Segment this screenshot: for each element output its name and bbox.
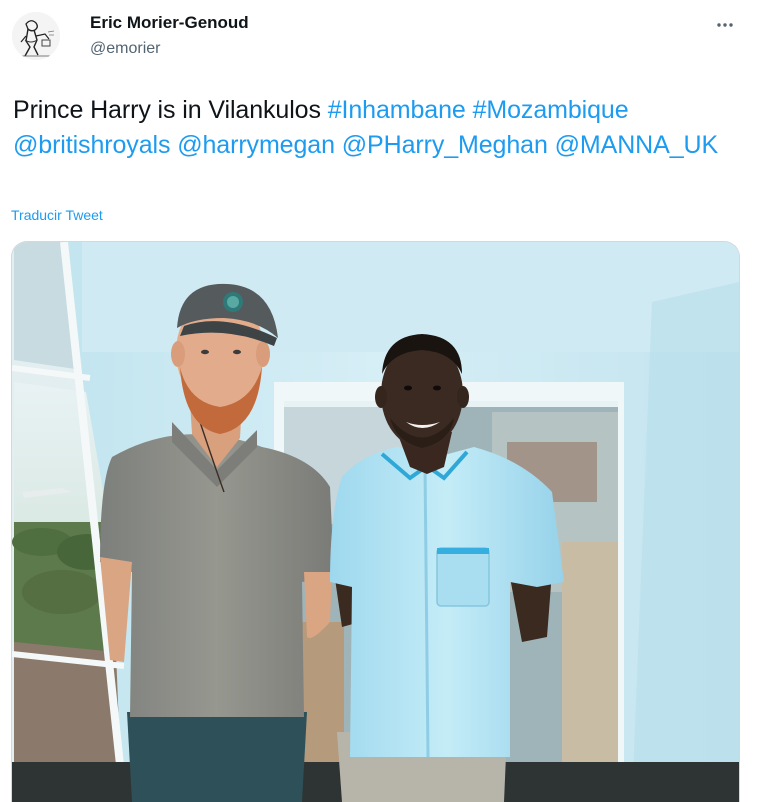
author-display-name[interactable]: Eric Morier-Genoud: [90, 14, 249, 31]
author-info: Eric Morier-Genoud @emorier: [90, 14, 249, 57]
tweet-text: Prince Harry is in Vilankulos #Inhambane…: [13, 93, 733, 163]
photo-illustration: [12, 242, 739, 802]
tweet-card: Eric Morier-Genoud @emorier Prince Harry…: [0, 0, 768, 802]
mention-britishroyals[interactable]: @britishroyals: [13, 131, 170, 159]
author-handle[interactable]: @emorier: [90, 41, 249, 57]
hashtag-mozambique[interactable]: #Mozambique: [473, 96, 629, 124]
mention-harrymegan[interactable]: @harrymegan: [177, 131, 335, 159]
sketch-figure-avatar-icon: [12, 12, 60, 60]
more-horizontal-icon: [717, 23, 733, 27]
tweet-photo[interactable]: [11, 241, 740, 802]
tweet-text-space: [335, 131, 342, 159]
tweet-text-space: [548, 131, 555, 159]
more-options-button[interactable]: [708, 10, 742, 40]
mention-manna-uk[interactable]: @MANNA_UK: [555, 131, 719, 159]
hashtag-inhambane[interactable]: #Inhambane: [328, 96, 466, 124]
tweet-text-space: [466, 96, 473, 124]
translate-tweet-link[interactable]: Traducir Tweet: [11, 207, 103, 223]
author-avatar[interactable]: [12, 12, 60, 60]
tweet-text-plain: Prince Harry is in Vilankulos: [13, 96, 328, 124]
mention-pharry-meghan[interactable]: @PHarry_Meghan: [342, 131, 548, 159]
